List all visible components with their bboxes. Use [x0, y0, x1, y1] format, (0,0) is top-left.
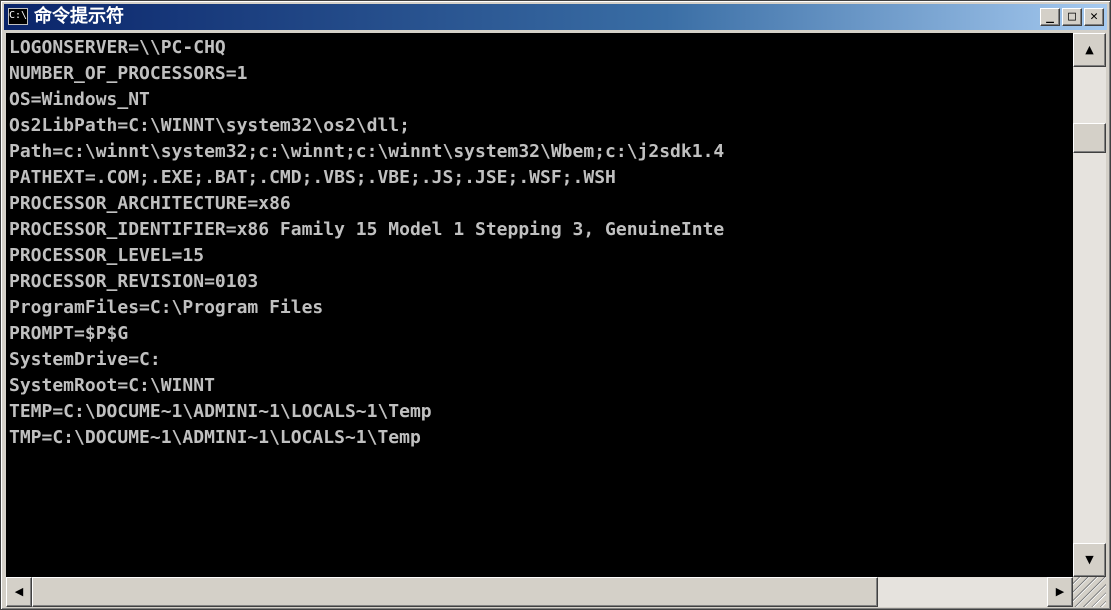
scroll-left-icon[interactable]: ◀: [6, 577, 32, 607]
console-line: TMP=C:\DOCUME~1\ADMINI~1\LOCALS~1\Temp: [9, 427, 421, 448]
title-bar[interactable]: C:\ 命令提示符 _ □ ✕: [4, 4, 1107, 30]
console-line: Os2LibPath=C:\WINNT\system32\os2\dll;: [9, 115, 410, 136]
console-line: SystemDrive=C:: [9, 349, 161, 370]
cmd-icon[interactable]: C:\: [8, 8, 28, 25]
console-line: Path=c:\winnt\system32;c:\winnt;c:\winnt…: [9, 141, 725, 162]
vertical-scrollbar[interactable]: ▲ ▼: [1073, 33, 1106, 577]
resize-grip-icon[interactable]: [1073, 577, 1106, 607]
console-line: PATHEXT=.COM;.EXE;.BAT;.CMD;.VBS;.VBE;.J…: [9, 167, 616, 188]
console-line: PROMPT=$P$G: [9, 323, 129, 344]
console-line: NUMBER_OF_PROCESSORS=1: [9, 63, 248, 84]
window-title: 命令提示符: [34, 6, 124, 27]
console-line: PROCESSOR_LEVEL=15: [9, 245, 205, 266]
console-line: LOGONSERVER=\\PC-CHQ: [9, 37, 226, 58]
horizontal-scrollbar[interactable]: ◀ ▶: [6, 577, 1073, 607]
maximize-button[interactable]: □: [1062, 8, 1082, 26]
console-line: ProgramFiles=C:\Program Files: [9, 297, 324, 318]
close-button[interactable]: ✕: [1084, 8, 1104, 26]
console-line: PROCESSOR_ARCHITECTURE=x86: [9, 193, 291, 214]
console-line: PROCESSOR_IDENTIFIER=x86 Family 15 Model…: [9, 219, 725, 240]
horizontal-scroll-thumb[interactable]: [32, 577, 878, 607]
console-line: SystemRoot=C:\WINNT: [9, 375, 215, 396]
console-line: OS=Windows_NT: [9, 89, 150, 110]
scroll-up-icon[interactable]: ▲: [1073, 33, 1106, 67]
console-output[interactable]: LOGONSERVER=\\PC-CHQ NUMBER_OF_PROCESSOR…: [6, 33, 1073, 577]
scroll-right-icon[interactable]: ▶: [1047, 577, 1073, 607]
vertical-scroll-thumb[interactable]: [1073, 123, 1106, 153]
console-line: TEMP=C:\DOCUME~1\ADMINI~1\LOCALS~1\Temp: [9, 401, 432, 422]
scroll-down-icon[interactable]: ▼: [1073, 543, 1106, 577]
command-prompt-window: C:\ 命令提示符 _ □ ✕ LOGONSERVER=\\PC-CHQ NUM…: [0, 0, 1111, 610]
console-line: PROCESSOR_REVISION=0103: [9, 271, 259, 292]
minimize-button[interactable]: _: [1040, 8, 1060, 26]
